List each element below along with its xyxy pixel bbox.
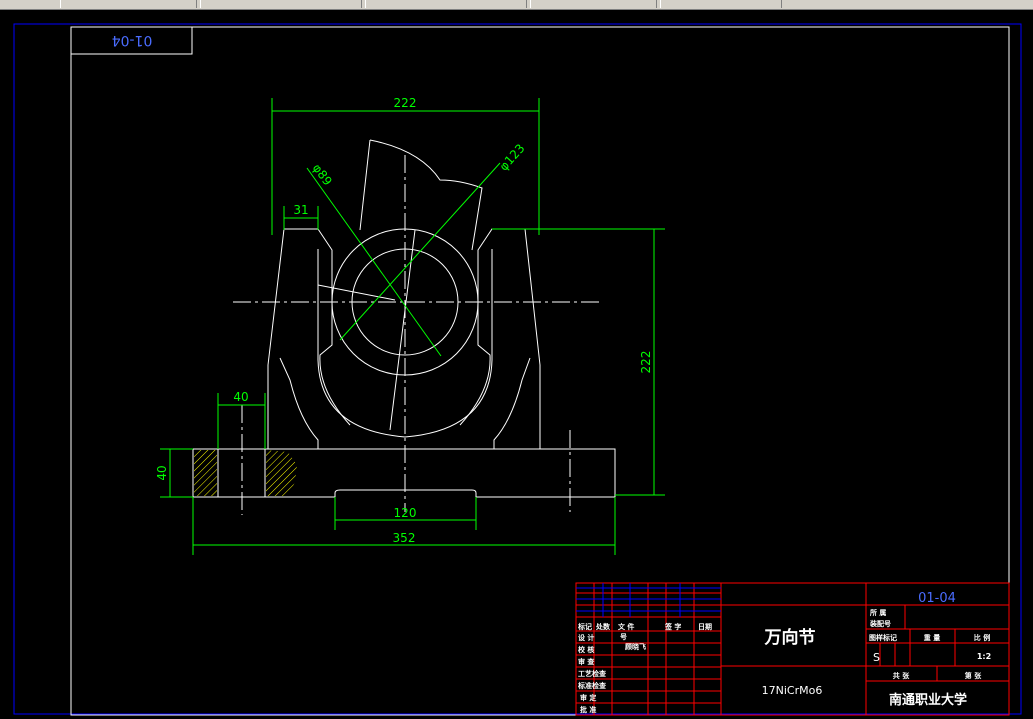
dim-base-length: 352 [393,531,416,545]
dim-bottom-recess: 120 [394,506,417,520]
cad-drawing-canvas[interactable]: 01-04 222 31 φ89 φ123 222 40 40 120 352 … [0,10,1033,719]
dim-dia-outer: φ123 [497,141,528,173]
rev-header-sign: 签 字 [664,622,681,631]
toolbar-segment[interactable] [60,0,197,8]
row-approve-b: 批 准 [580,705,596,714]
section-line [389,229,416,431]
sheet-no-label: 第 张 [965,671,982,680]
row-review: 审 查 [578,657,595,666]
weight-label: 重 量 [924,633,940,642]
dim-ear-width: 31 [293,203,308,217]
dim-dia-inner: φ89 [310,161,335,188]
row-standard: 标准检查 [577,681,607,690]
school-name: 南通职业大学 [889,692,967,708]
toolbar-segment[interactable] [365,0,527,8]
dim-height-right: 222 [639,351,653,374]
scale-label: 比 例 [974,633,990,642]
rev-header-date: 日期 [698,622,712,631]
dimension-lines [160,98,665,555]
rev-header-mark: 标记 [577,622,592,631]
stage-mark: S [873,651,880,664]
dim-top-width: 222 [394,96,417,110]
hatch-right [266,450,297,496]
toolbar-segment[interactable] [660,0,782,8]
row-check: 校 核 [578,645,594,654]
row-process: 工艺检查 [578,669,607,678]
rev-header-count: 处数 [595,622,611,631]
material: 17NiCrMo6 [762,684,823,697]
row-design: 设 计 [578,633,594,642]
toolbar-segment[interactable] [200,0,362,8]
dim-slot-width: 40 [233,390,248,404]
assembly-no-label: 装配号 [869,619,891,628]
toolbar-segment[interactable] [530,0,657,8]
belongs-label: 所 属 [870,608,886,617]
window-toolbar-strip [0,0,1033,10]
part-name: 万向节 [764,627,816,648]
sheets-total-label: 共 张 [893,671,910,680]
rev-header-no: 号 [620,632,627,641]
designer-name: 顾晓飞 [625,642,646,651]
drawing-code: 01-04 [918,591,956,606]
row-approve-a: 审 定 [580,693,596,702]
dim-base-height: 40 [155,465,169,480]
stage-label: 图样标记 [869,633,897,642]
rev-header-doc: 文 件 [618,622,634,631]
code-tag-text: 01-04 [112,32,153,48]
hatch-left [194,450,217,496]
scale-value: 1:2 [977,652,991,661]
